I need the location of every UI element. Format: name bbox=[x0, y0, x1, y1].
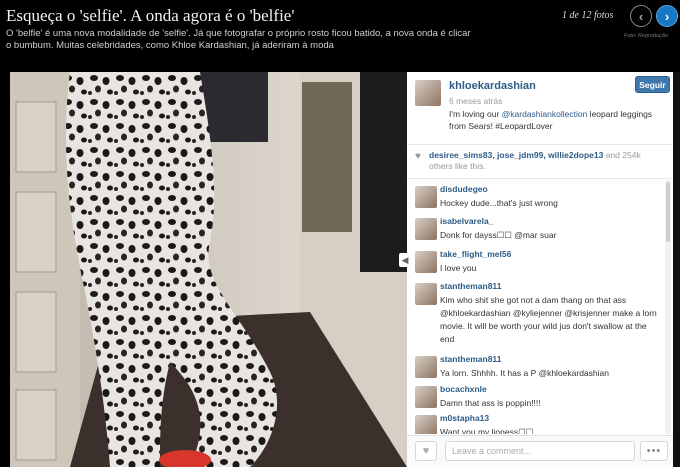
post-photo bbox=[10, 72, 407, 467]
caption-mention-link[interactable]: @kardashiankollection bbox=[502, 109, 588, 119]
like-button[interactable]: ♥ bbox=[415, 441, 437, 461]
comment-username[interactable]: stantheman811 bbox=[440, 281, 501, 291]
likes-section: ♥ desiree_sims83, jose_jdm99, willie2dop… bbox=[407, 145, 673, 179]
follow-button[interactable]: Seguir bbox=[635, 76, 670, 93]
comment-text: Hockey dude...that's just wrong bbox=[440, 198, 558, 208]
list-item: bocachxnle Damn that ass is poppin!!!! bbox=[407, 384, 663, 414]
heart-icon: ♥ bbox=[422, 445, 430, 457]
post-header: khloekardashian 6 meses atrás I'm loving… bbox=[407, 72, 673, 145]
avatar[interactable] bbox=[415, 251, 437, 273]
likes-users[interactable]: desiree_sims83, jose_jdm99, willie2dope1… bbox=[429, 150, 603, 160]
comment-text: I love you bbox=[440, 263, 477, 273]
photo-counter: 1 de 12 fotos bbox=[562, 10, 614, 21]
comment-input[interactable] bbox=[445, 441, 635, 461]
likes-text: desiree_sims83, jose_jdm99, willie2dope1… bbox=[429, 150, 665, 172]
page-edge-strip bbox=[673, 72, 680, 467]
avatar[interactable] bbox=[415, 186, 437, 208]
post-caption: I'm loving our @kardashiankollection leo… bbox=[449, 108, 659, 132]
list-item: stantheman811 Ya lorn. Shhhh. It has a P… bbox=[407, 354, 663, 384]
photo-credit: Foto: Reprodução bbox=[624, 33, 669, 39]
previous-photo-button[interactable]: ‹ bbox=[630, 5, 652, 27]
list-item: isabelvarela_ Donk for dayss☐☐ @mar suar bbox=[407, 216, 663, 246]
avatar[interactable] bbox=[415, 415, 437, 434]
post-time: 6 meses atrás bbox=[449, 96, 503, 106]
comment-text: Ya lorn. Shhhh. It has a P @khloekardash… bbox=[440, 368, 609, 378]
chevron-right-icon: › bbox=[664, 8, 670, 24]
panel-toggle-arrow[interactable]: ◀ bbox=[399, 253, 411, 267]
comment-text: Want you my lioness☐☐ bbox=[440, 427, 534, 434]
chevron-left-icon: ◀ bbox=[401, 254, 409, 265]
comment-footer: ♥ ••• bbox=[407, 435, 673, 467]
list-item: disdudegeo Hockey dude...that's just wro… bbox=[407, 184, 663, 214]
comments-list[interactable]: disdudegeo Hockey dude...that's just wro… bbox=[407, 180, 663, 434]
comment-username[interactable]: m0stapha13 bbox=[440, 413, 489, 423]
comment-username[interactable]: isabelvarela_ bbox=[440, 216, 493, 226]
avatar[interactable] bbox=[415, 283, 437, 305]
caption-text: I'm loving our bbox=[449, 109, 502, 119]
comment-text: Kim who shit she got not a dam thang on … bbox=[440, 295, 657, 344]
instagram-post-panel: khloekardashian 6 meses atrás I'm loving… bbox=[407, 72, 673, 467]
post-username[interactable]: khloekardashian bbox=[449, 80, 536, 92]
comment-username[interactable]: disdudegeo bbox=[440, 184, 488, 194]
heart-icon: ♥ bbox=[415, 151, 421, 162]
avatar[interactable] bbox=[415, 386, 437, 408]
gallery-title: Esqueça o 'selfie'. A onda agora é o 'be… bbox=[6, 6, 295, 25]
avatar[interactable] bbox=[415, 356, 437, 378]
next-photo-button[interactable]: › bbox=[656, 5, 678, 27]
list-item: stantheman811 Kim who shit she got not a… bbox=[407, 281, 663, 351]
avatar[interactable] bbox=[415, 218, 437, 240]
more-options-button[interactable]: ••• bbox=[640, 441, 668, 461]
comment-username[interactable]: take_flight_mel56 bbox=[440, 249, 511, 259]
chevron-left-icon: ‹ bbox=[638, 8, 644, 24]
list-item: take_flight_mel56 I love you bbox=[407, 249, 663, 279]
list-item: m0stapha13 Want you my lioness☐☐ bbox=[407, 413, 663, 434]
comments-scroll-thumb[interactable] bbox=[666, 182, 670, 242]
comment-username[interactable]: bocachxnle bbox=[440, 384, 487, 394]
leopard-leggings-photo bbox=[10, 72, 407, 467]
comment-text: Damn that ass is poppin!!!! bbox=[440, 398, 541, 408]
gallery-description: O 'belfie' é uma nova modalidade de 'sel… bbox=[6, 28, 471, 51]
gallery-header: Esqueça o 'selfie'. A onda agora é o 'be… bbox=[0, 0, 680, 72]
comment-text: Donk for dayss☐☐ @mar suar bbox=[440, 230, 557, 240]
comment-username[interactable]: stantheman811 bbox=[440, 354, 501, 364]
avatar[interactable] bbox=[415, 80, 441, 106]
